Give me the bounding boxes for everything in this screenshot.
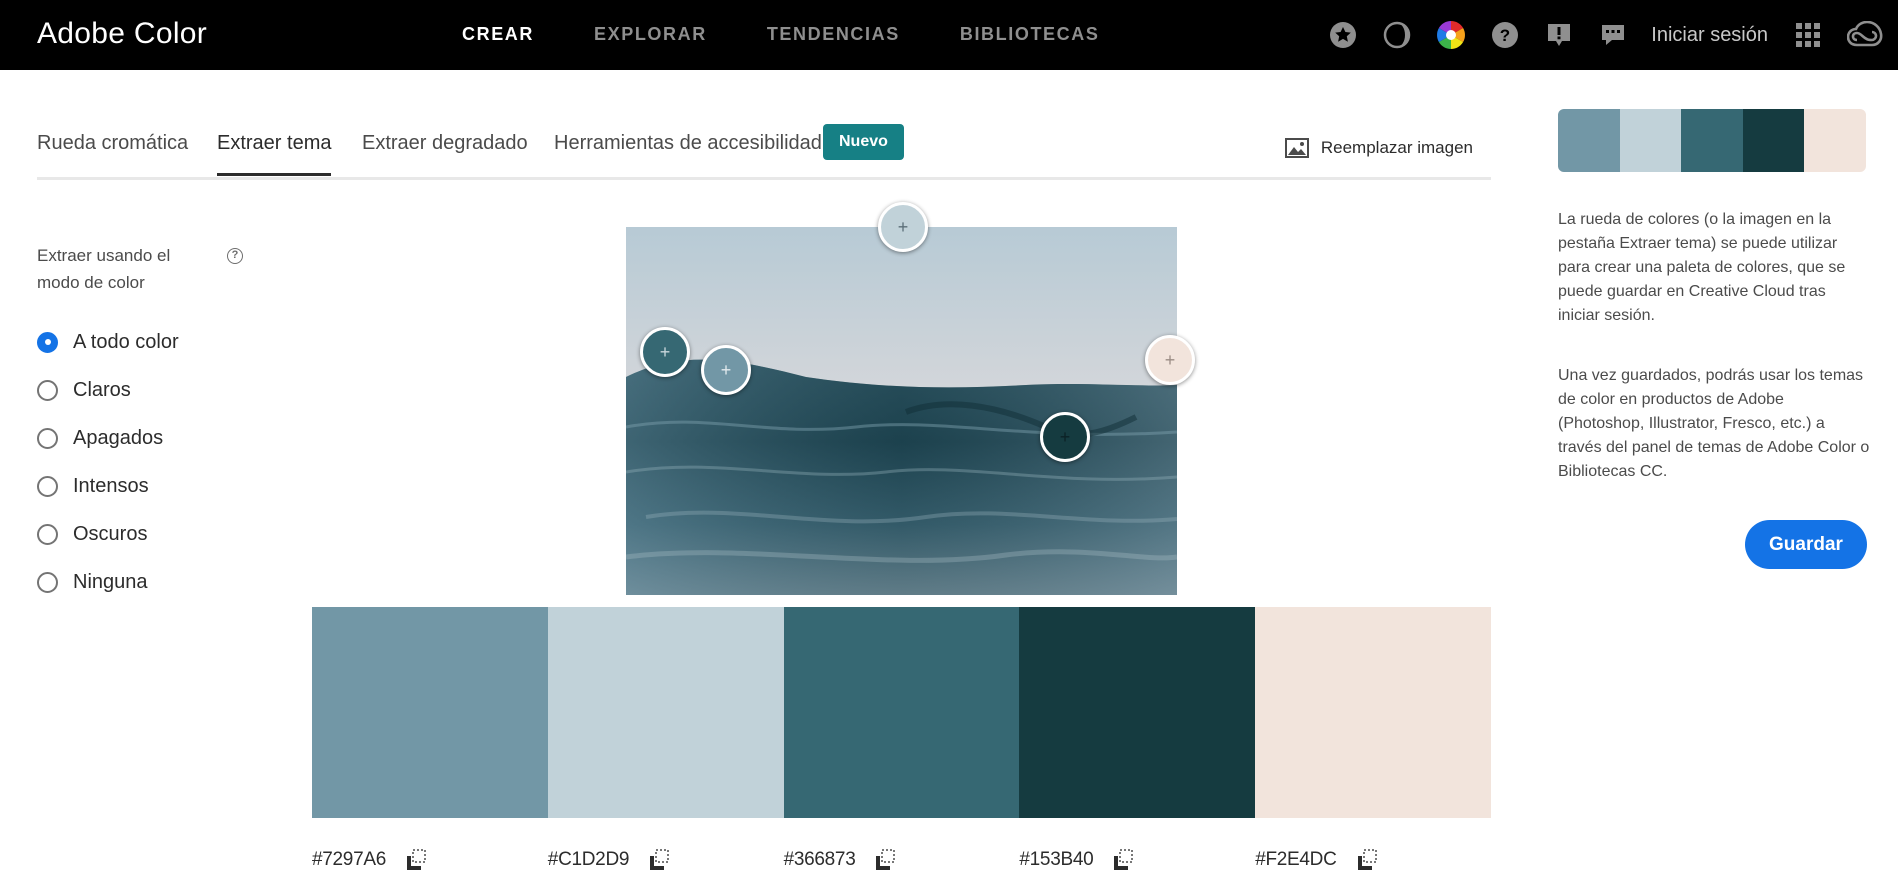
picker-plus-icon: + <box>1059 426 1071 447</box>
radio-unchecked[interactable] <box>37 523 58 545</box>
radio-unchecked[interactable] <box>37 475 58 497</box>
apps-grid-icon[interactable] <box>1792 19 1824 51</box>
color-picker-handle[interactable]: + <box>878 202 928 252</box>
main-nav: CREAR EXPLORAR TENDENCIAS BIBLIOTECAS <box>462 24 1159 45</box>
mini-swatch <box>1804 109 1866 172</box>
signin-link[interactable]: Iniciar sesión <box>1651 24 1768 47</box>
mode-option-a-todo-color[interactable]: A todo color <box>37 318 179 366</box>
copy-icon[interactable] <box>1355 848 1379 872</box>
mode-option-ninguna[interactable]: Ninguna <box>37 558 179 606</box>
info-paragraph-1: La rueda de colores (o la imagen en la p… <box>1558 211 1846 324</box>
color-picker-handle[interactable]: + <box>1145 335 1195 385</box>
mode-option-apagados[interactable]: Apagados <box>37 414 179 462</box>
radio-checked[interactable] <box>37 331 58 353</box>
replace-image-label: Reemplazar imagen <box>1320 138 1473 157</box>
color-picker-handle[interactable]: + <box>1040 412 1090 462</box>
hex-value[interactable]: #7297A6 <box>312 849 386 871</box>
swatch-2[interactable] <box>547 607 784 818</box>
mini-swatch <box>1742 109 1805 172</box>
nav-bibliotecas[interactable]: BIBLIOTECAS <box>960 24 1100 45</box>
picker-plus-icon: + <box>897 216 909 237</box>
radio-label: Apagados <box>73 426 164 449</box>
hex-codes-row: #7297A6 #C1D2D9 #366873 #153B40 #F2E4DC <box>312 848 1491 872</box>
top-bar: Adobe Color CREAR EXPLORAR TENDENCIAS BI… <box>0 0 1898 70</box>
radio-unchecked[interactable] <box>37 379 58 401</box>
radio-label: Intensos <box>73 474 149 497</box>
theme-preview <box>1558 109 1866 172</box>
copy-icon[interactable] <box>873 848 897 872</box>
tool-tabs: Rueda cromática Extraer tema Extraer deg… <box>37 118 1491 180</box>
help-icon[interactable]: ? <box>1489 19 1521 51</box>
hex-value[interactable]: #C1D2D9 <box>548 849 630 871</box>
image-icon <box>1284 138 1309 158</box>
moon-icon[interactable] <box>1381 19 1413 51</box>
color-picker-handle[interactable]: + <box>701 345 751 395</box>
color-picker-handle[interactable]: + <box>640 327 690 377</box>
hex-cell: #7297A6 <box>312 848 548 872</box>
swatch-1[interactable] <box>312 607 548 818</box>
mode-option-claros[interactable]: Claros <box>37 366 179 414</box>
mini-swatch <box>1619 109 1682 172</box>
swatch-3[interactable] <box>783 607 1020 818</box>
swatch-4[interactable] <box>1019 607 1256 818</box>
new-badge: Nuevo <box>823 124 904 160</box>
radio-unchecked[interactable] <box>37 427 58 449</box>
mini-swatch <box>1558 109 1620 172</box>
radio-label: Claros <box>73 378 131 401</box>
hex-cell: #C1D2D9 <box>548 848 784 872</box>
source-image[interactable] <box>626 227 1177 595</box>
copy-icon[interactable] <box>1111 848 1135 872</box>
tab-rueda-cromatica[interactable]: Rueda cromática <box>37 132 188 173</box>
hex-value[interactable]: #366873 <box>784 849 856 871</box>
hex-value[interactable]: #F2E4DC <box>1255 849 1337 871</box>
hex-cell: #366873 <box>784 848 1020 872</box>
tab-herramientas-accesibilidad[interactable]: Herramientas de accesibilidad <box>554 132 822 173</box>
tab-extraer-tema[interactable]: Extraer tema <box>217 132 332 176</box>
mode-option-oscuros[interactable]: Oscuros <box>37 510 179 558</box>
nav-tendencias[interactable]: TENDENCIAS <box>767 24 900 45</box>
palette-swatches <box>312 607 1491 818</box>
hex-value[interactable]: #153B40 <box>1019 849 1093 871</box>
creative-cloud-icon[interactable] <box>1846 19 1884 51</box>
info-paragraph-2: Una vez guardados, podrás usar los temas… <box>1558 367 1870 480</box>
svg-text:?: ? <box>1500 26 1510 45</box>
hex-cell: #F2E4DC <box>1255 848 1491 872</box>
color-mode-title: Extraer usando el modo de color <box>37 246 171 292</box>
hex-cell: #153B40 <box>1019 848 1255 872</box>
mini-swatch <box>1681 109 1743 172</box>
radio-label: Oscuros <box>73 522 148 545</box>
nav-explorar[interactable]: EXPLORAR <box>594 24 707 45</box>
save-button[interactable]: Guardar <box>1745 520 1867 569</box>
color-mode-options: A todo color Claros Apagados Intensos Os… <box>37 318 179 606</box>
mode-option-intensos[interactable]: Intensos <box>37 462 179 510</box>
chat-icon[interactable] <box>1597 19 1629 51</box>
star-icon[interactable] <box>1327 19 1359 51</box>
copy-icon[interactable] <box>647 848 671 872</box>
alert-icon[interactable] <box>1543 19 1575 51</box>
brand-logo[interactable]: Adobe Color <box>37 17 207 51</box>
nav-crear[interactable]: CREAR <box>462 24 534 45</box>
header-tools: ? Iniciar sesión <box>1327 17 1898 53</box>
copy-icon[interactable] <box>404 848 428 872</box>
color-wheel-icon[interactable] <box>1435 19 1467 51</box>
picker-plus-icon: + <box>1164 349 1176 370</box>
radio-label: Ninguna <box>73 570 148 593</box>
swatch-5[interactable] <box>1255 607 1491 818</box>
radio-unchecked[interactable] <box>37 571 58 593</box>
picker-plus-icon: + <box>720 359 732 380</box>
replace-image-button[interactable]: Reemplazar imagen <box>1284 138 1473 158</box>
picker-plus-icon: + <box>659 341 671 362</box>
help-circle-icon[interactable]: ? <box>227 248 243 264</box>
radio-label: A todo color <box>73 330 179 353</box>
tab-extraer-degradado[interactable]: Extraer degradado <box>362 132 528 173</box>
